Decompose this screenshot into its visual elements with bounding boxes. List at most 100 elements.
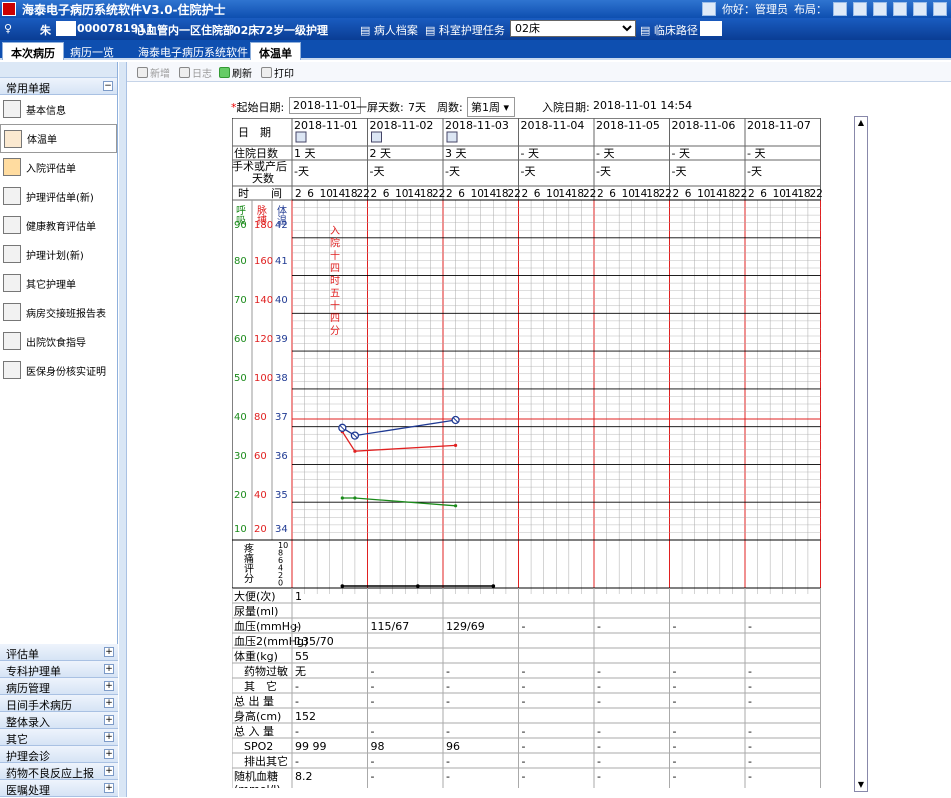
sidebar-item-label: 护理计划(新) bbox=[26, 251, 84, 262]
refresh-button[interactable]: 刷新 bbox=[219, 65, 252, 80]
home-icon[interactable] bbox=[893, 2, 907, 16]
expand-icon[interactable]: + bbox=[104, 664, 114, 674]
table-cell: - bbox=[597, 755, 601, 768]
log-button[interactable]: 日志 bbox=[179, 65, 212, 80]
sidebar-group-6[interactable]: 护理会诊 + bbox=[0, 746, 118, 763]
table-cell: - bbox=[597, 770, 601, 783]
sidebar-group-2[interactable]: 病历管理 + bbox=[0, 678, 118, 695]
tab-temperature-chart[interactable]: 体温单 bbox=[250, 42, 301, 60]
hosp-days-cell: - 天 bbox=[596, 147, 614, 160]
table-cell: - bbox=[748, 755, 752, 768]
layout-1-icon[interactable] bbox=[833, 2, 847, 16]
start-date-input[interactable]: 2018-11-01 bbox=[289, 97, 361, 114]
sidebar-item-icon bbox=[3, 100, 21, 118]
sidebar-group-common[interactable]: 常用单据 − bbox=[0, 78, 117, 95]
expand-icon[interactable]: + bbox=[104, 698, 114, 708]
table-cell: - bbox=[371, 755, 375, 768]
expand-icon[interactable]: + bbox=[104, 647, 114, 657]
expand-icon[interactable]: + bbox=[104, 732, 114, 742]
table-cell: - bbox=[522, 620, 526, 633]
pulse-tick: 180 bbox=[254, 220, 273, 231]
sidebar-item-label: 医保身份核实证明 bbox=[26, 367, 106, 378]
sidebar-item-9[interactable]: 医保身份核实证明 bbox=[0, 356, 117, 385]
pulse-series-point bbox=[353, 449, 357, 453]
day-edit-icon[interactable] bbox=[446, 131, 458, 143]
sidebar-item-label: 其它护理单 bbox=[26, 280, 76, 291]
date-cell: 2018-11-01 bbox=[294, 119, 358, 132]
expand-icon[interactable]: + bbox=[104, 749, 114, 759]
expand-icon[interactable]: + bbox=[104, 681, 114, 691]
sidebar-group-7[interactable]: 药物不良反应上报 + bbox=[0, 763, 118, 780]
close-icon[interactable] bbox=[933, 2, 947, 16]
table-cell: - bbox=[673, 620, 677, 633]
table-row-label: 身高(cm) bbox=[234, 709, 281, 723]
layout-2-icon[interactable] bbox=[853, 2, 867, 16]
sidebar-group-3[interactable]: 日间手术病历 + bbox=[0, 695, 118, 712]
sidebar-item-label: 入院评估单 bbox=[26, 164, 76, 175]
resp-tick: 70 bbox=[234, 295, 247, 306]
table-cell: - bbox=[748, 680, 752, 693]
sidebar-group-4[interactable]: 整体录入 + bbox=[0, 712, 118, 729]
sidebar-item-8[interactable]: 出院饮食指导 bbox=[0, 327, 117, 356]
sidebar-item-3[interactable]: 护理评估单(新) bbox=[0, 182, 117, 211]
admission-note-char: 十 bbox=[330, 299, 340, 312]
table-cell: - bbox=[748, 725, 752, 738]
day-edit-icon[interactable] bbox=[295, 131, 307, 143]
sidebar-group-1[interactable]: 专科护理单 + bbox=[0, 661, 118, 678]
pulse-tick: 160 bbox=[254, 256, 273, 267]
hour-cell: 6 bbox=[760, 188, 767, 200]
sidebar-item-label: 体温单 bbox=[27, 135, 57, 146]
sidebar-item-7[interactable]: 病房交接班报告表 bbox=[0, 298, 117, 327]
temp-tick: 39 bbox=[275, 334, 288, 345]
app-title: 海泰电子病历系统软件V3.0-住院护士 bbox=[22, 3, 226, 17]
tab-record-list[interactable]: 病历一览 bbox=[62, 42, 122, 60]
table-cell: - bbox=[446, 725, 450, 738]
help-icon[interactable] bbox=[913, 2, 927, 16]
sidebar-group-0[interactable]: 评估单 + bbox=[0, 644, 118, 661]
tab-current-record[interactable]: 本次病历 bbox=[2, 42, 64, 60]
day-edit-icon[interactable] bbox=[371, 131, 382, 143]
clinical-path-button[interactable]: ▤ 临床路径 bbox=[640, 22, 698, 38]
patient-record-button[interactable]: ▤ 病人档案 bbox=[360, 22, 418, 38]
bed-select[interactable]: 02床 bbox=[510, 20, 636, 37]
sidebar-group-8[interactable]: 医嘱处理 + bbox=[0, 780, 118, 797]
title-bar: 海泰电子病历系统软件V3.0-住院护士 你好：管理员 布局： bbox=[0, 0, 951, 18]
layout-3-icon[interactable] bbox=[873, 2, 887, 16]
sidebar-item-0[interactable]: 基本信息 bbox=[0, 95, 117, 124]
tab-bar: 本次病历 病历一览 海泰电子病历系统软件 体温单 bbox=[0, 40, 951, 60]
table-row-label: 体重(kg) bbox=[234, 649, 278, 663]
print-icon bbox=[261, 67, 272, 78]
expand-icon[interactable]: + bbox=[104, 783, 114, 793]
expand-icon[interactable]: + bbox=[104, 715, 114, 725]
name-redaction bbox=[56, 21, 76, 36]
op-days-row-label-1: 手术或产后 bbox=[232, 159, 287, 173]
pulse-series-point bbox=[453, 443, 458, 447]
sidebar-item-icon bbox=[3, 332, 21, 350]
sidebar-group-5[interactable]: 其它 + bbox=[0, 729, 118, 746]
sidebar-item-4[interactable]: 健康教育评估单 bbox=[0, 211, 117, 240]
sidebar-item-2[interactable]: 入院评估单 bbox=[0, 153, 117, 182]
new-button[interactable]: 新增 bbox=[137, 65, 170, 80]
print-button[interactable]: 打印 bbox=[261, 65, 294, 80]
vertical-scrollbar[interactable]: ▲ ▼ bbox=[854, 116, 868, 792]
sidebar-item-6[interactable]: 其它护理单 bbox=[0, 269, 117, 298]
sidebar-item-icon bbox=[3, 216, 21, 234]
dept-task-button[interactable]: ▤ 科室护理任务 bbox=[425, 22, 505, 38]
patient-bed: 02床 bbox=[233, 24, 260, 37]
table-cell: - bbox=[673, 770, 677, 783]
sidebar-splitter[interactable] bbox=[119, 62, 127, 797]
table-cell: 55 bbox=[295, 650, 309, 663]
sidebar-item-5[interactable]: 护理计划(新) bbox=[0, 240, 117, 269]
week-select[interactable]: 第1周 ▾ bbox=[467, 97, 515, 117]
resp-tick: 90 bbox=[234, 220, 247, 231]
table-cell: - bbox=[673, 680, 677, 693]
scroll-up-icon[interactable]: ▲ bbox=[856, 118, 866, 128]
sidebar-item-1[interactable]: 体温单 bbox=[0, 124, 117, 153]
scroll-down-icon[interactable]: ▼ bbox=[856, 780, 866, 790]
tab-emr-software[interactable]: 海泰电子病历系统软件 bbox=[130, 42, 256, 60]
expand-icon[interactable]: + bbox=[104, 766, 114, 776]
user-icon[interactable] bbox=[702, 2, 716, 16]
hour-cell: 2 bbox=[597, 188, 604, 200]
collapse-icon[interactable]: − bbox=[103, 81, 113, 91]
table-row-label: 总 入 量 bbox=[234, 724, 274, 738]
